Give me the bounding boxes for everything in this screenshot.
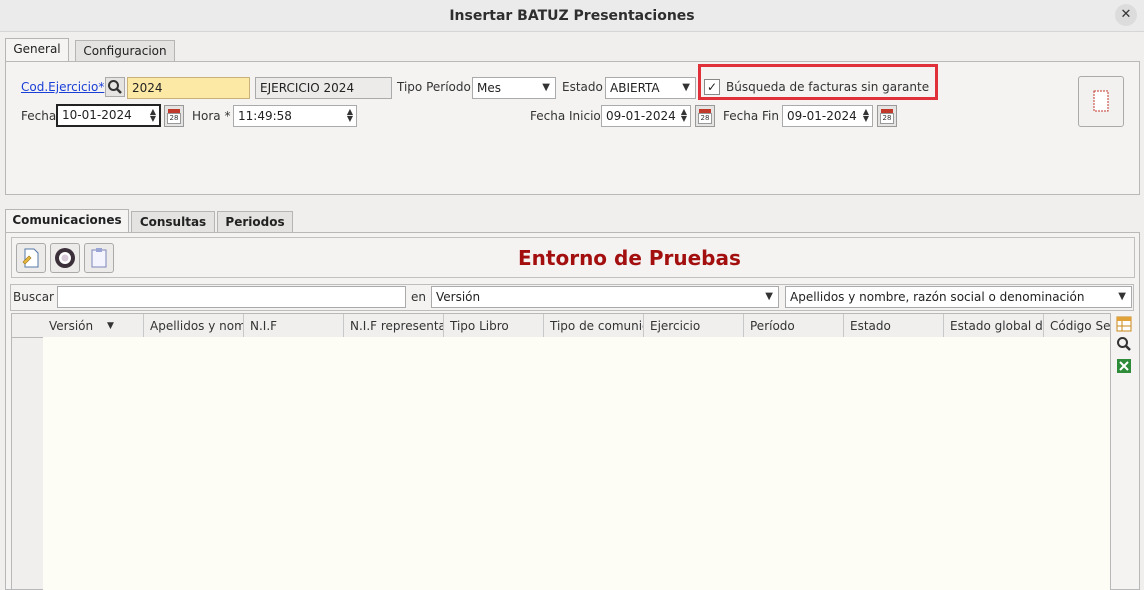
fecha-fin-calendar-button[interactable]: 28	[877, 105, 897, 127]
fecha-calendar-button[interactable]: 28	[164, 105, 184, 127]
magnifier-icon	[1117, 337, 1131, 351]
chevron-down-icon: ▼	[682, 82, 690, 93]
search-ejercicio-button[interactable]	[105, 77, 125, 97]
spinner-icon[interactable]: ▲ ▼	[681, 108, 687, 123]
new-document-icon	[22, 248, 39, 268]
ejercicio-description: EJERCICIO 2024	[255, 77, 392, 99]
tab-comunicaciones[interactable]: Comunicaciones	[5, 209, 129, 233]
tab-periodos[interactable]: Periodos	[217, 211, 293, 233]
tipo-periodo-value: Mes	[477, 81, 501, 95]
chevron-down-icon: ▼	[765, 291, 773, 302]
grid-search-button[interactable]	[1115, 335, 1133, 353]
fecha-fin-label: Fecha Fin	[723, 109, 779, 123]
estado-value: ABIERTA	[610, 81, 660, 95]
fecha-value: 10-01-2024	[62, 108, 132, 122]
spinner-icon[interactable]: ▲ ▼	[150, 108, 156, 123]
window-title: Insertar BATUZ Presentaciones	[449, 8, 695, 24]
document-icon	[1093, 90, 1109, 112]
magnifier-icon	[108, 80, 122, 94]
column-header-apellidos[interactable]: Apellidos y nom	[144, 314, 244, 338]
fecha-inicio-value: 09-01-2024	[606, 109, 676, 123]
hora-value: 11:49:58	[238, 109, 292, 123]
search-scope-value: Apellidos y nombre, razón social o denom…	[790, 290, 1085, 304]
fecha-label: Fecha	[21, 109, 57, 123]
column-header-tipo-libro[interactable]: Tipo Libro	[444, 314, 544, 338]
grid-body[interactable]	[43, 337, 1110, 590]
chevron-down-icon: ▼	[542, 82, 550, 93]
search-field-select[interactable]: Versión ▼	[431, 286, 779, 308]
tab-general[interactable]: General	[5, 38, 69, 62]
table-settings-icon	[1116, 316, 1132, 332]
process-button[interactable]	[50, 243, 80, 273]
column-header-ejercicio[interactable]: Ejercicio	[644, 314, 744, 338]
fecha-input[interactable]: 10-01-2024 ▲ ▼	[56, 104, 161, 127]
export-excel-button[interactable]	[1115, 357, 1133, 375]
estado-label: Estado	[562, 80, 603, 94]
search-input[interactable]	[57, 286, 406, 308]
fecha-fin-input[interactable]: 09-01-2024 ▲ ▼	[782, 105, 873, 127]
tab-consultas[interactable]: Consultas	[131, 211, 215, 233]
spinner-icon[interactable]: ▲ ▼	[347, 108, 353, 123]
close-button[interactable]: ✕	[1115, 4, 1137, 26]
column-header-estado[interactable]: Estado	[844, 314, 944, 338]
column-header-version[interactable]: Versión ▼	[43, 314, 144, 338]
gear-icon	[55, 248, 75, 268]
tipo-periodo-select[interactable]: Mes ▼	[472, 77, 556, 99]
search-field-value: Versión	[436, 290, 481, 304]
new-document-button[interactable]	[16, 243, 46, 273]
busqueda-checkbox[interactable]: ✓	[704, 79, 720, 95]
excel-icon	[1117, 359, 1131, 373]
chevron-down-icon: ▼	[1118, 291, 1126, 302]
environment-label: Entorno de Pruebas	[518, 246, 741, 270]
buscar-label: Buscar	[13, 290, 54, 304]
fecha-inicio-calendar-button[interactable]: 28	[695, 105, 715, 127]
tipo-periodo-label: Tipo Período	[397, 80, 471, 94]
search-scope-select[interactable]: Apellidos y nombre, razón social o denom…	[785, 286, 1132, 308]
spinner-icon[interactable]: ▲ ▼	[863, 108, 869, 123]
fecha-inicio-label: Fecha Inicio	[530, 109, 601, 123]
column-chooser-button[interactable]	[1115, 315, 1133, 333]
busqueda-label: Búsqueda de facturas sin garante	[726, 80, 930, 94]
grid-header: Versión ▼ Apellidos y nom N.I.F N.I.F rep…	[12, 314, 1110, 338]
hora-label: Hora *	[192, 109, 231, 123]
column-header-nif-representante[interactable]: N.I.F representa	[344, 314, 444, 338]
clipboard-icon	[91, 248, 107, 268]
column-header-codigo-seguro[interactable]: Código Seg	[1044, 314, 1110, 338]
fecha-inicio-input[interactable]: 09-01-2024 ▲ ▼	[601, 105, 691, 127]
column-header-nif[interactable]: N.I.F	[244, 314, 344, 338]
column-header-periodo[interactable]: Período	[744, 314, 844, 338]
tab-configuracion[interactable]: Configuracion	[75, 40, 175, 62]
cod-ejercicio-link[interactable]: Cod.Ejercicio*	[21, 77, 104, 97]
en-label: en	[411, 290, 426, 304]
fecha-fin-value: 09-01-2024	[787, 109, 857, 123]
cod-ejercicio-input[interactable]: 2024	[127, 77, 250, 99]
hora-input[interactable]: 11:49:58 ▲ ▼	[233, 105, 357, 127]
sort-desc-icon: ▼	[107, 321, 114, 331]
clipboard-button[interactable]	[84, 243, 114, 273]
document-button[interactable]	[1078, 76, 1124, 127]
estado-select[interactable]: ABIERTA ▼	[605, 77, 696, 99]
column-header-tipo-comunicacion[interactable]: Tipo de comunic	[544, 314, 644, 338]
column-header-estado-global[interactable]: Estado global de	[944, 314, 1044, 338]
